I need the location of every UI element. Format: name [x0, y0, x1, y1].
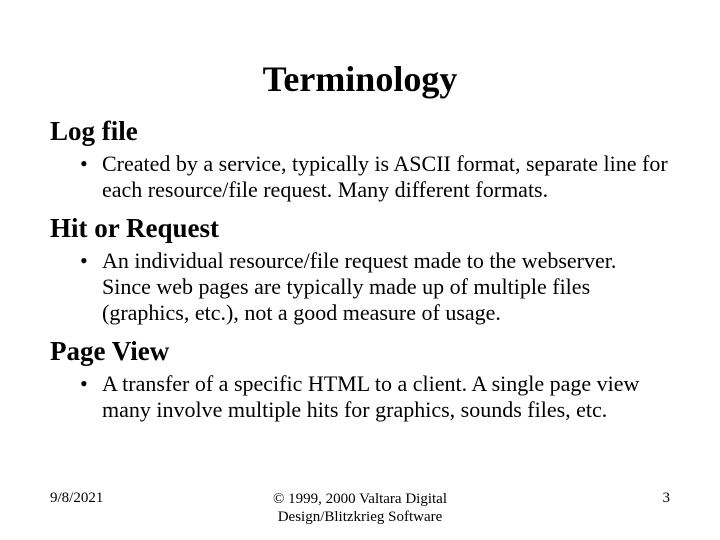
slide-content: Log file Created by a service, typically…	[0, 116, 720, 423]
bullet-item: A transfer of a specific HTML to a clien…	[86, 371, 670, 423]
footer-page-number: 3	[663, 490, 671, 507]
bullet-list: Created by a service, typically is ASCII…	[50, 151, 670, 203]
section-heading: Page View	[50, 336, 670, 367]
footer-copyright: © 1999, 2000 Valtara Digital Design/Blit…	[0, 490, 720, 526]
copyright-line: Design/Blitzkrieg Software	[278, 509, 443, 525]
section-heading: Log file	[50, 116, 670, 147]
bullet-list: A transfer of a specific HTML to a clien…	[50, 371, 670, 423]
bullet-list: An individual resource/file request made…	[50, 248, 670, 326]
bullet-item: An individual resource/file request made…	[86, 248, 670, 326]
footer: 9/8/2021 © 1999, 2000 Valtara Digital De…	[0, 488, 720, 528]
copyright-line: © 1999, 2000 Valtara Digital	[273, 491, 447, 507]
section-heading: Hit or Request	[50, 213, 670, 244]
bullet-item: Created by a service, typically is ASCII…	[86, 151, 670, 203]
slide-title: Terminology	[0, 0, 720, 106]
slide: Terminology Log file Created by a servic…	[0, 0, 720, 540]
